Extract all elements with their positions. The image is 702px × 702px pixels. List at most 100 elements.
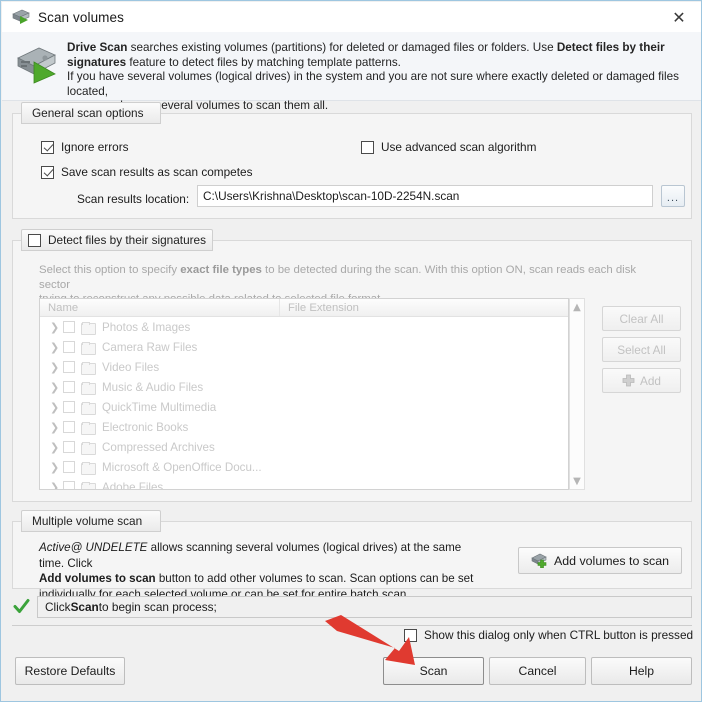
chevron-right-icon[interactable]: ❯ bbox=[50, 461, 63, 474]
list-item-checkbox[interactable] bbox=[63, 461, 75, 473]
list-item-checkbox[interactable] bbox=[63, 341, 75, 353]
list-item[interactable]: ❯ QuickTime Multimedia bbox=[40, 397, 568, 417]
list-item-checkbox[interactable] bbox=[63, 441, 75, 453]
status-text-c: to begin scan process; bbox=[98, 600, 217, 614]
signatures-bold: signatures bbox=[67, 55, 127, 69]
add-label: Add bbox=[640, 373, 661, 388]
sig-desc-bold: exact file types bbox=[180, 264, 262, 276]
folder-icon bbox=[81, 321, 96, 335]
list-item-checkbox[interactable] bbox=[63, 481, 75, 489]
save-results-label: Save scan results as scan competes bbox=[61, 165, 253, 179]
cancel-button[interactable]: Cancel bbox=[489, 657, 586, 685]
multiple-volume-scan-label: Multiple volume scan bbox=[32, 514, 143, 528]
list-item-label: Compressed Archives bbox=[102, 440, 215, 454]
green-check-icon bbox=[13, 598, 30, 614]
list-item-checkbox[interactable] bbox=[63, 361, 75, 373]
column-header-name[interactable]: Name bbox=[40, 299, 280, 316]
header-line2: signatures feature to detect files by ma… bbox=[67, 56, 401, 69]
restore-defaults-label: Restore Defaults bbox=[24, 664, 116, 678]
header-line1: Drive Scan searches existing volumes (pa… bbox=[67, 41, 665, 54]
add-volumes-label: Add volumes to scan bbox=[553, 553, 670, 568]
file-types-list-header: Name File Extension bbox=[40, 299, 568, 317]
show-dialog-ctrl-checkbox[interactable]: Show this dialog only when CTRL button i… bbox=[404, 628, 693, 642]
file-types-list[interactable]: Name File Extension ❯ Photos & Images ❯ Cam… bbox=[39, 298, 569, 490]
red-arrow-icon bbox=[323, 615, 433, 670]
list-item[interactable]: ❯ Camera Raw Files bbox=[40, 337, 568, 357]
restore-defaults-button[interactable]: Restore Defaults bbox=[15, 657, 125, 685]
plus-icon bbox=[622, 374, 635, 387]
ignore-errors-checkbox[interactable]: Ignore errors bbox=[41, 140, 129, 154]
detect-signatures-tab[interactable]: Detect files by their signatures bbox=[21, 229, 213, 251]
list-item-label: Camera Raw Files bbox=[102, 340, 198, 354]
add-volume-icon bbox=[531, 553, 547, 568]
list-item-checkbox[interactable] bbox=[63, 321, 75, 333]
multiple-volume-scan-tab[interactable]: Multiple volume scan bbox=[21, 510, 161, 532]
chevron-right-icon[interactable]: ❯ bbox=[50, 441, 63, 454]
select-all-label: Select All bbox=[617, 342, 666, 357]
list-item-checkbox[interactable] bbox=[63, 421, 75, 433]
save-results-box[interactable] bbox=[41, 165, 54, 179]
help-button[interactable]: Help bbox=[591, 657, 692, 685]
status-text-a: Click bbox=[45, 600, 71, 614]
list-item[interactable]: ❯ Photos & Images bbox=[40, 317, 568, 337]
help-label: Help bbox=[628, 664, 655, 678]
list-item[interactable]: ❯ Video Files bbox=[40, 357, 568, 377]
add-volumes-to-scan-button[interactable]: Add volumes to scan bbox=[518, 547, 682, 574]
general-scan-options-label: General scan options bbox=[32, 106, 144, 120]
title-bar: Scan volumes ✕ bbox=[2, 2, 701, 32]
advanced-algorithm-box[interactable] bbox=[361, 140, 374, 154]
mv-desc-bold: Add volumes to scan bbox=[39, 572, 156, 585]
close-icon[interactable]: ✕ bbox=[662, 4, 696, 30]
ignore-errors-label: Ignore errors bbox=[61, 140, 129, 154]
cancel-label: Cancel bbox=[518, 664, 557, 678]
chevron-right-icon[interactable]: ❯ bbox=[50, 381, 63, 394]
clear-all-button[interactable]: Clear All bbox=[602, 306, 681, 331]
header-line2-text: feature to detect files by matching temp… bbox=[126, 55, 401, 69]
chevron-right-icon[interactable]: ❯ bbox=[50, 421, 63, 434]
chevron-right-icon[interactable]: ❯ bbox=[50, 321, 63, 334]
mv-desc-d: button to add other volumes to scan. Sca… bbox=[155, 572, 474, 585]
detect-files-bold-1: Detect files by their bbox=[556, 41, 665, 54]
add-button[interactable]: Add bbox=[602, 368, 681, 393]
general-scan-options-tab[interactable]: General scan options bbox=[21, 102, 161, 124]
detect-signatures-group: Detect files by their signatures Select … bbox=[12, 229, 692, 502]
file-types-scrollbar[interactable]: ▲ ▼ bbox=[569, 298, 585, 490]
folder-icon bbox=[81, 481, 96, 489]
list-item[interactable]: ❯ Microsoft & OpenOffice Docu... bbox=[40, 457, 568, 477]
detect-signatures-box[interactable] bbox=[28, 233, 41, 247]
folder-icon bbox=[81, 461, 96, 475]
scan-results-location-label: Scan results location: bbox=[77, 192, 190, 206]
list-item-label: Adobe Files bbox=[102, 480, 164, 490]
list-item-checkbox[interactable] bbox=[63, 401, 75, 413]
select-all-button[interactable]: Select All bbox=[602, 337, 681, 362]
chevron-down-icon[interactable]: ▼ bbox=[570, 473, 584, 489]
folder-icon bbox=[81, 441, 96, 455]
file-types-rows: ❯ Photos & Images ❯ Camera Raw Files ❯ Video … bbox=[40, 317, 568, 490]
browse-button[interactable]: ... bbox=[661, 185, 685, 207]
advanced-algorithm-checkbox[interactable]: Use advanced scan algorithm bbox=[361, 140, 536, 154]
detect-signatures-label: Detect files by their signatures bbox=[48, 233, 207, 247]
ignore-errors-box[interactable] bbox=[41, 140, 54, 154]
save-results-checkbox[interactable]: Save scan results as scan competes bbox=[41, 165, 252, 179]
column-header-extension[interactable]: File Extension bbox=[280, 302, 568, 314]
folder-icon bbox=[81, 401, 96, 415]
list-item[interactable]: ❯ Adobe Files bbox=[40, 477, 568, 490]
chevron-right-icon[interactable]: ❯ bbox=[50, 401, 63, 414]
list-item[interactable]: ❯ Electronic Books bbox=[40, 417, 568, 437]
list-item[interactable]: ❯ Music & Audio Files bbox=[40, 377, 568, 397]
hard-drive-play-icon bbox=[15, 44, 59, 84]
drive-scan-bold: Drive Scan bbox=[67, 41, 128, 54]
list-item-checkbox[interactable] bbox=[63, 381, 75, 393]
mv-desc-italic: Active@ UNDELETE bbox=[39, 541, 148, 554]
multiple-volume-scan-group: Multiple volume scan Active@ UNDELETE al… bbox=[12, 510, 692, 601]
chevron-right-icon[interactable]: ❯ bbox=[50, 341, 63, 354]
folder-icon bbox=[81, 381, 96, 395]
list-item[interactable]: ❯ Compressed Archives bbox=[40, 437, 568, 457]
window-title: Scan volumes bbox=[38, 9, 124, 25]
chevron-up-icon[interactable]: ▲ bbox=[570, 299, 584, 315]
header-line3: If you have several volumes (logical dri… bbox=[67, 70, 679, 98]
chevron-right-icon[interactable]: ❯ bbox=[50, 481, 63, 490]
scan-results-location-input[interactable]: C:\Users\Krishna\Desktop\scan-10D-2254N.… bbox=[197, 185, 653, 207]
chevron-right-icon[interactable]: ❯ bbox=[50, 361, 63, 374]
general-scan-options-group: General scan options Ignore errors Use a… bbox=[12, 102, 692, 219]
